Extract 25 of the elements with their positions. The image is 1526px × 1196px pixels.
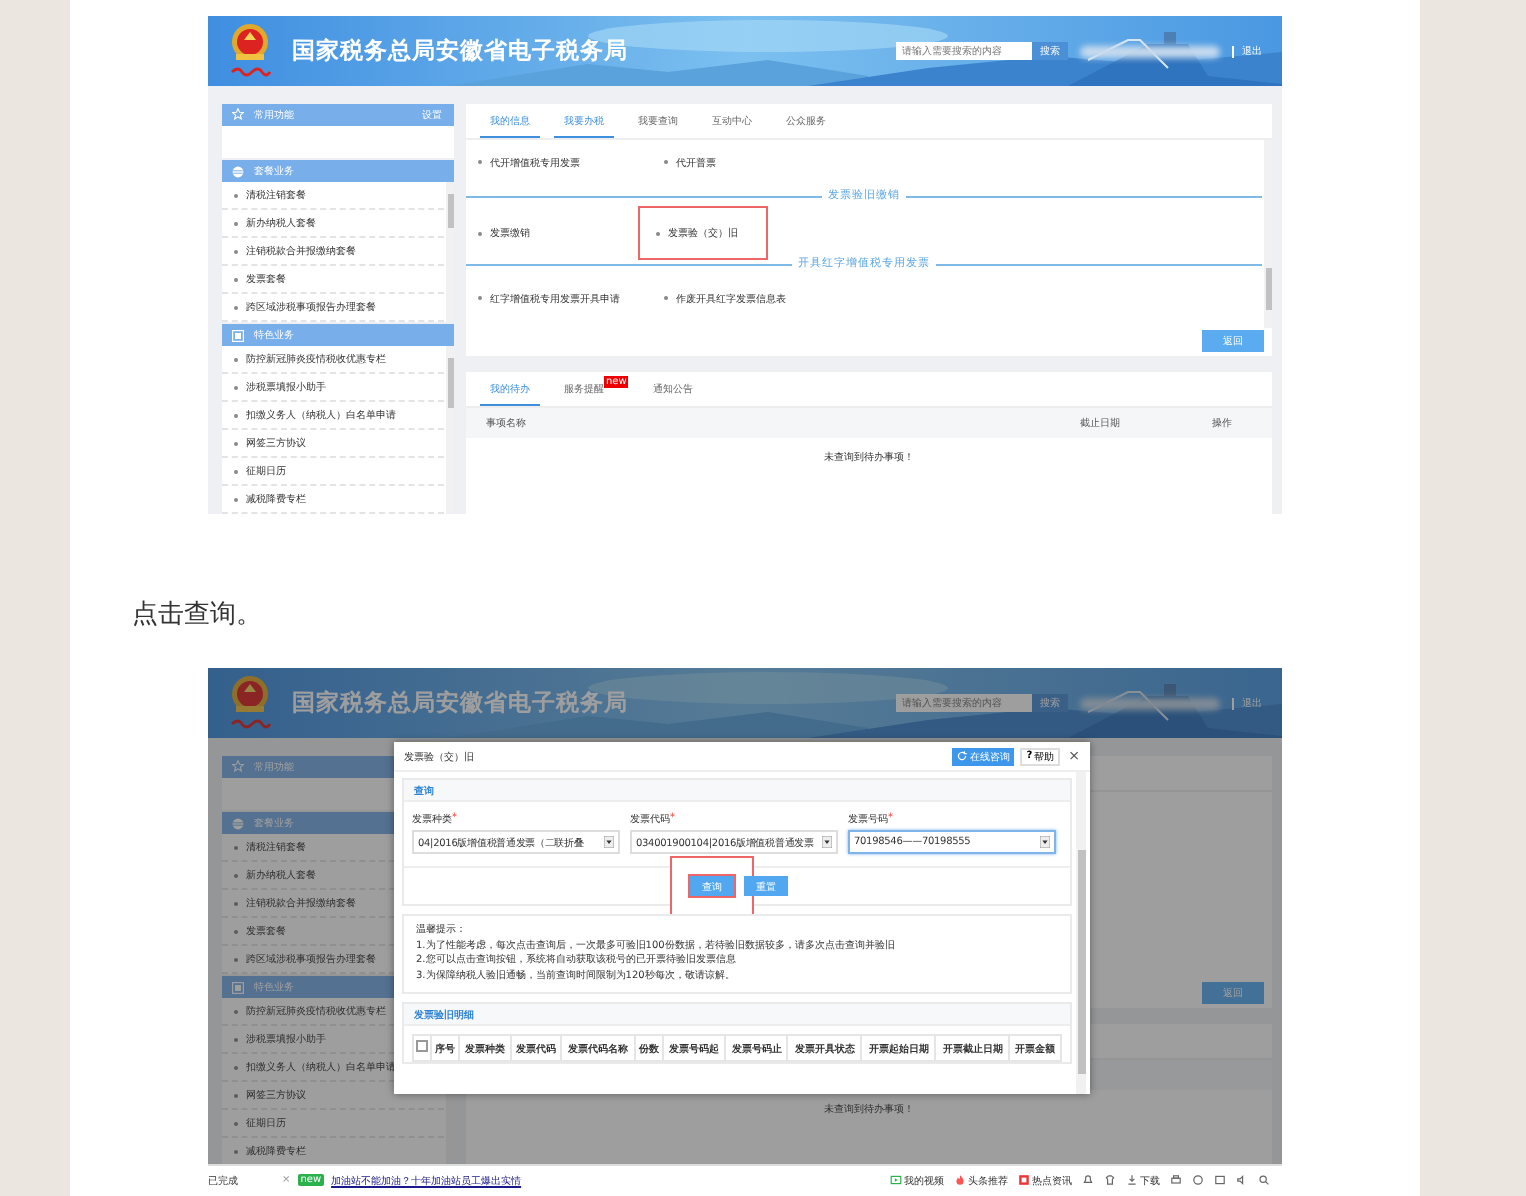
scrollbar[interactable] (446, 346, 454, 514)
video-icon (890, 1174, 902, 1186)
scrollbar[interactable] (446, 182, 454, 323)
caret-icon (822, 836, 832, 848)
bell-icon[interactable] (1082, 1174, 1094, 1186)
site-title: 国家税务总局安徽省电子税务局 (292, 36, 628, 66)
refresh-icon (956, 750, 969, 762)
window-icon[interactable] (1214, 1174, 1226, 1186)
speaker-icon[interactable] (1236, 1174, 1248, 1186)
caret-icon (1040, 836, 1050, 848)
caption-text: 点击查询。 (132, 600, 264, 632)
checkbox[interactable] (416, 1040, 429, 1052)
download-icon (1126, 1174, 1138, 1186)
fire-icon (954, 1174, 966, 1186)
news-icon (1018, 1174, 1030, 1186)
star-icon (232, 108, 244, 121)
search-icon[interactable] (1258, 1174, 1270, 1186)
star-icon (232, 760, 244, 773)
shirt-icon[interactable] (1104, 1174, 1116, 1186)
site-title: 国家税务总局安徽省电子税务局 (292, 688, 628, 718)
grid-icon (232, 329, 244, 342)
grid-icon (232, 981, 244, 994)
scrollbar[interactable] (1076, 772, 1086, 1094)
caret-icon (604, 836, 614, 848)
printer-icon[interactable] (1170, 1174, 1182, 1186)
